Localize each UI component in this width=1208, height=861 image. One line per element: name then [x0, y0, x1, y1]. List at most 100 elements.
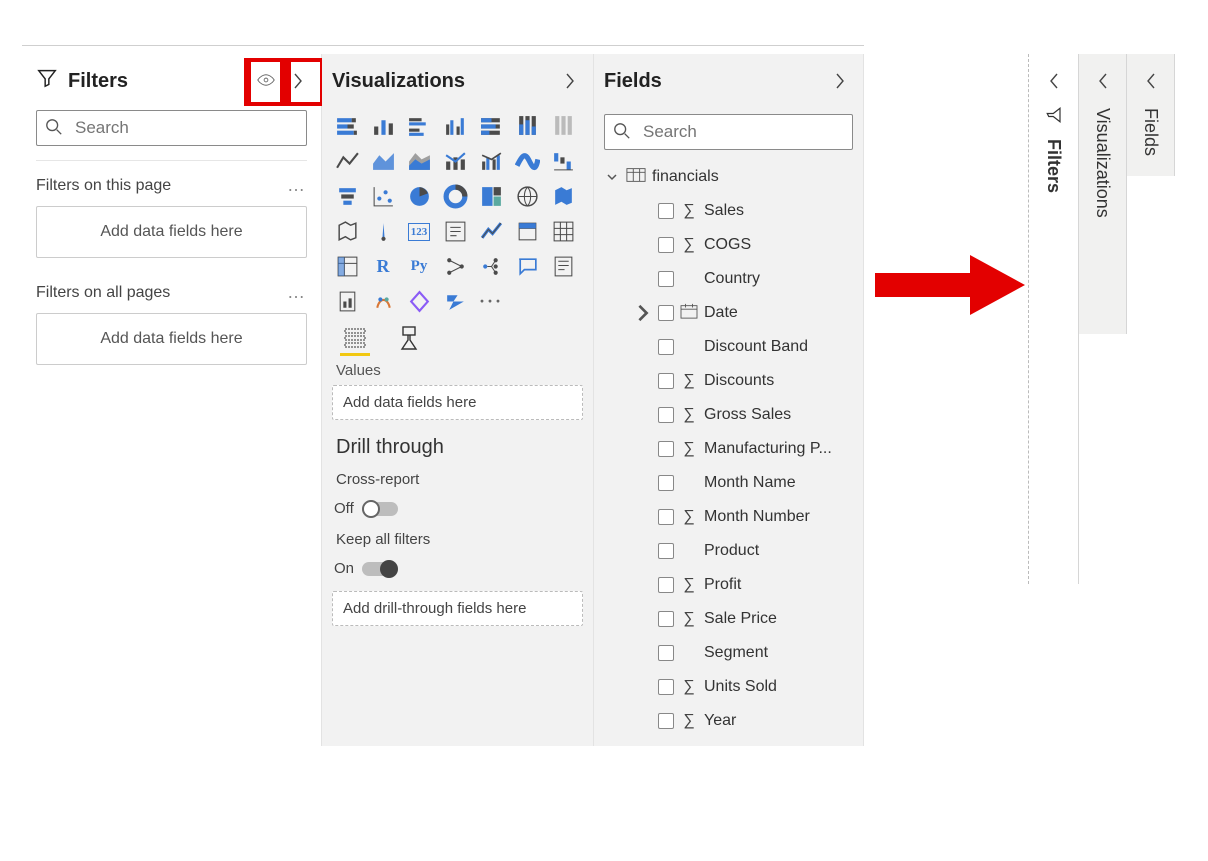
field-checkbox[interactable]: [658, 543, 674, 559]
expand-fields-button[interactable]: [1138, 68, 1164, 94]
collapse-fields-button[interactable]: [827, 68, 853, 94]
viz-ribbon-icon[interactable]: [510, 145, 544, 178]
field-row[interactable]: ∑COGS: [598, 228, 859, 262]
viz-azure-map-icon[interactable]: [330, 215, 364, 248]
viz-more-icon[interactable]: ···: [474, 285, 508, 318]
viz-filled-map-icon[interactable]: [546, 180, 580, 213]
viz-key-influencers-icon[interactable]: [438, 250, 472, 283]
viz-decomp-icon[interactable]: [474, 250, 508, 283]
field-row[interactable]: ∑Year: [598, 704, 859, 738]
collapsed-viz-pane[interactable]: Visualizations: [1079, 54, 1127, 334]
field-row[interactable]: ∑Profit: [598, 568, 859, 602]
viz-stacked-column-icon[interactable]: [366, 110, 400, 143]
viz-clustered-bar-icon[interactable]: [402, 110, 436, 143]
field-row[interactable]: ∑Sale Price: [598, 602, 859, 636]
field-row[interactable]: ∑Month Number: [598, 500, 859, 534]
viz-pie-icon[interactable]: [402, 180, 436, 213]
viz-donut-icon[interactable]: [438, 180, 472, 213]
fields-tab[interactable]: [340, 326, 370, 356]
field-row[interactable]: ∑Manufacturing P...: [598, 432, 859, 466]
viz-powerapps-icon[interactable]: [402, 285, 436, 318]
viz-map-icon[interactable]: [510, 180, 544, 213]
viz-line-clustered-icon[interactable]: [474, 145, 508, 178]
field-row[interactable]: Product: [598, 534, 859, 568]
viz-stacked-bar-icon[interactable]: [330, 110, 364, 143]
values-drop[interactable]: Add data fields here: [332, 385, 583, 420]
field-row[interactable]: Date: [598, 296, 859, 330]
field-checkbox[interactable]: [658, 237, 674, 253]
viz-treemap-icon[interactable]: [474, 180, 508, 213]
filters-search-input[interactable]: [73, 117, 298, 139]
field-row[interactable]: Discount Band: [598, 330, 859, 364]
viz-area-icon[interactable]: [366, 145, 400, 178]
viz-paginated-icon[interactable]: [330, 285, 364, 318]
fields-search-input[interactable]: [641, 121, 866, 143]
viz-waterfall-icon[interactable]: [546, 145, 580, 178]
field-checkbox[interactable]: [658, 713, 674, 729]
toggle-switch-on[interactable]: [362, 562, 398, 576]
field-checkbox[interactable]: [658, 407, 674, 423]
chevron-right-icon[interactable]: [634, 304, 652, 322]
viz-kpi-icon[interactable]: [474, 215, 508, 248]
field-row[interactable]: Month Name: [598, 466, 859, 500]
field-row[interactable]: ∑Gross Sales: [598, 398, 859, 432]
filters-search[interactable]: [36, 110, 307, 146]
viz-eraser-icon[interactable]: [546, 110, 580, 143]
viz-funnel-sm-icon[interactable]: [330, 180, 364, 213]
field-checkbox[interactable]: [658, 339, 674, 355]
table-row-financials[interactable]: financials: [598, 160, 859, 194]
more-icon[interactable]: …: [287, 282, 307, 303]
collapsed-fields-pane[interactable]: Fields: [1127, 54, 1175, 176]
drill-drop[interactable]: Add drill-through fields here: [332, 591, 583, 626]
field-row[interactable]: Country: [598, 262, 859, 296]
field-checkbox[interactable]: [658, 305, 674, 321]
collapse-viz-button[interactable]: [557, 68, 583, 94]
field-checkbox[interactable]: [658, 373, 674, 389]
field-checkbox[interactable]: [658, 203, 674, 219]
keep-filters-toggle[interactable]: On: [322, 556, 593, 583]
viz-line-icon[interactable]: [330, 145, 364, 178]
more-icon[interactable]: …: [287, 175, 307, 196]
fields-search[interactable]: [604, 114, 853, 150]
collapsed-filters-pane[interactable]: Filters: [1029, 54, 1079, 584]
field-checkbox[interactable]: [658, 679, 674, 695]
field-row[interactable]: ∑Units Sold: [598, 670, 859, 704]
filters-this-page-drop[interactable]: Add data fields here: [36, 206, 307, 258]
format-tab[interactable]: [394, 326, 424, 356]
viz-multi-card-icon[interactable]: [438, 215, 472, 248]
viz-hundred-column-icon[interactable]: [510, 110, 544, 143]
viz-python-icon[interactable]: Py: [402, 250, 436, 283]
toggle-switch-off[interactable]: [362, 502, 398, 516]
collapse-filters-button[interactable]: [285, 68, 311, 94]
field-checkbox[interactable]: [658, 475, 674, 491]
expand-filters-button[interactable]: [1041, 68, 1067, 94]
expand-viz-button[interactable]: [1090, 68, 1116, 94]
viz-hundred-bar-icon[interactable]: [474, 110, 508, 143]
viz-slicer-icon[interactable]: [510, 215, 544, 248]
chevron-down-icon[interactable]: [604, 172, 620, 182]
viz-powerautomate-icon[interactable]: [438, 285, 472, 318]
viz-narrative-icon[interactable]: [546, 250, 580, 283]
field-checkbox[interactable]: [658, 577, 674, 593]
viz-stacked-area-icon[interactable]: [402, 145, 436, 178]
viz-table-icon[interactable]: [546, 215, 580, 248]
field-row[interactable]: ∑Sales: [598, 194, 859, 228]
field-checkbox[interactable]: [658, 441, 674, 457]
eye-icon[interactable]: [257, 70, 275, 93]
viz-gauge-icon[interactable]: [366, 215, 400, 248]
viz-matrix-icon[interactable]: [330, 250, 364, 283]
field-checkbox[interactable]: [658, 645, 674, 661]
field-checkbox[interactable]: [658, 509, 674, 525]
filters-all-pages-drop[interactable]: Add data fields here: [36, 313, 307, 365]
viz-qna-icon[interactable]: [510, 250, 544, 283]
viz-scatter-icon[interactable]: [366, 180, 400, 213]
viz-line-stacked-icon[interactable]: [438, 145, 472, 178]
field-checkbox[interactable]: [658, 271, 674, 287]
viz-clustered-column-icon[interactable]: [438, 110, 472, 143]
field-row[interactable]: Segment: [598, 636, 859, 670]
viz-arcgis-icon[interactable]: [366, 285, 400, 318]
cross-report-toggle[interactable]: Off: [322, 496, 593, 523]
field-row[interactable]: ∑Discounts: [598, 364, 859, 398]
field-checkbox[interactable]: [658, 611, 674, 627]
viz-r-visual-icon[interactable]: R: [366, 250, 400, 283]
